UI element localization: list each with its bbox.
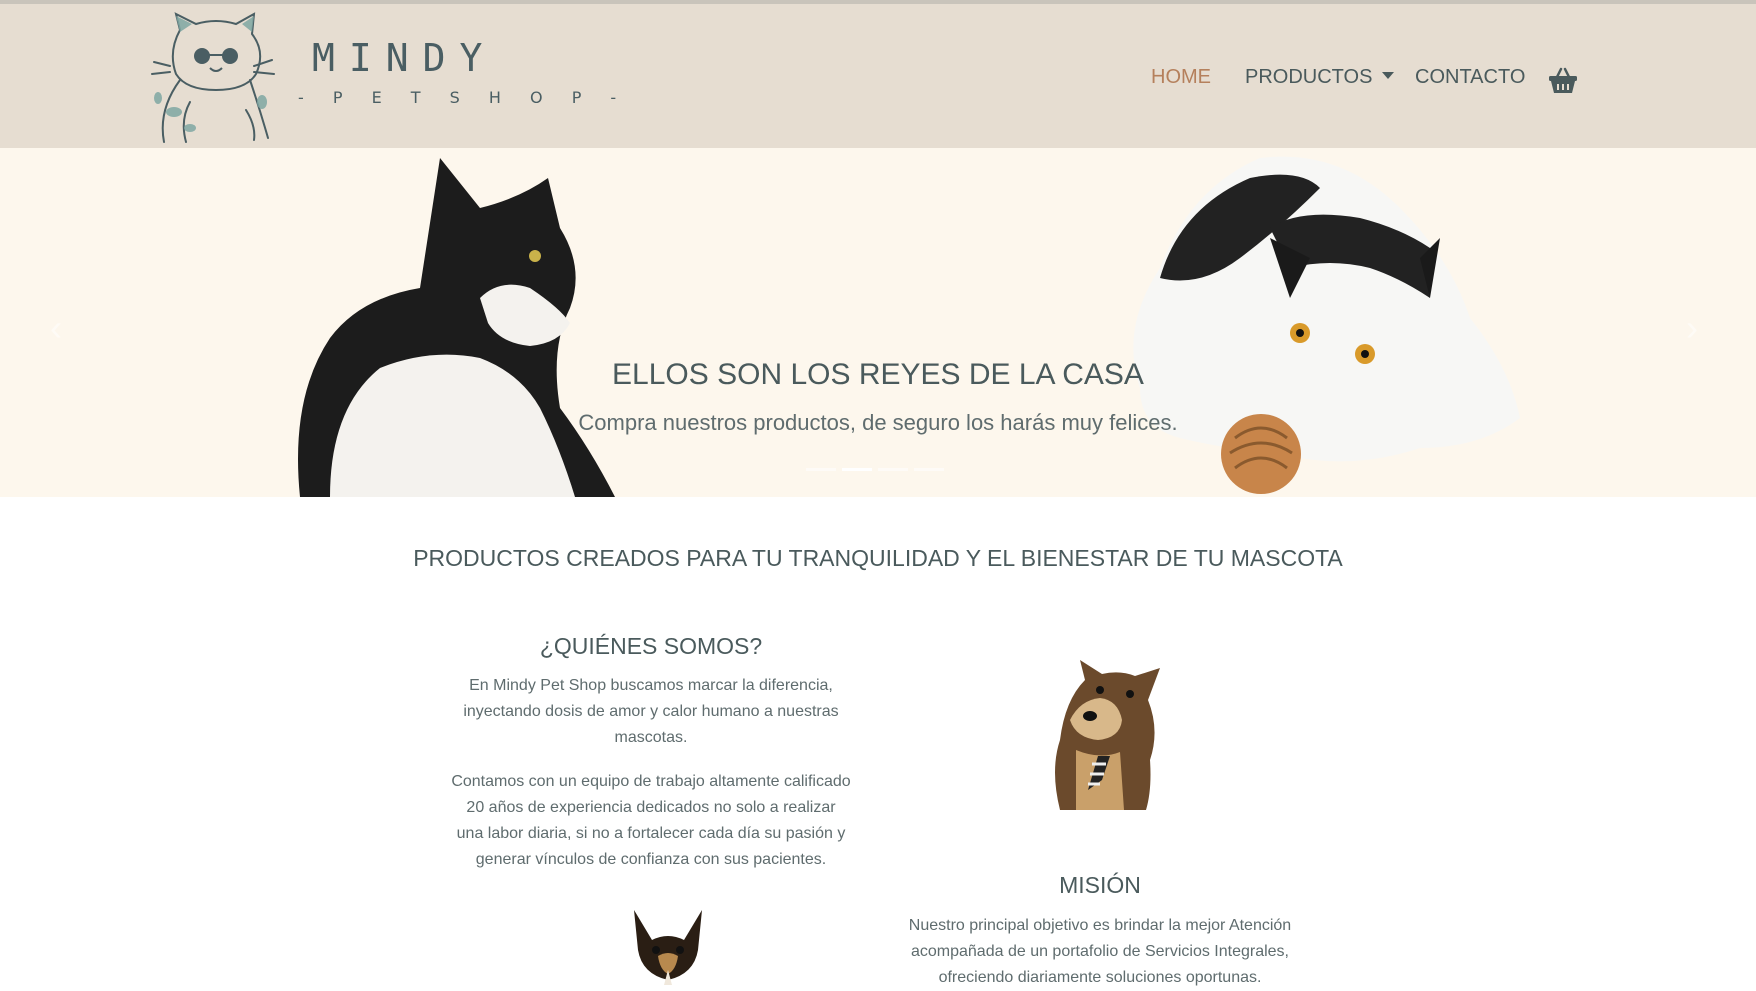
nav-home-link[interactable]: HOME (1151, 66, 1211, 89)
basket-icon (1549, 67, 1577, 93)
section-title: PRODUCTOS CREADOS PARA TU TRANQUILIDAD Y… (413, 545, 1343, 571)
mission-title: MISIÓN (1059, 872, 1141, 898)
carousel-indicator[interactable] (914, 468, 944, 471)
about-paragraph-2: Contamos con un equipo de trabajo altame… (451, 773, 851, 868)
about-title: ¿QUIÉNES SOMOS? (539, 633, 763, 659)
dog-with-tie-image (1055, 660, 1160, 810)
carousel-next-button[interactable]: › (1686, 308, 1706, 348)
hero-carousel: ‹ › ELLOS SON LOS REYES DE LA CASA Compr… (0, 148, 1756, 497)
caret-down-icon (1382, 72, 1395, 79)
brand-subtitle: - P E T S H O P - (298, 88, 629, 107)
navbar: MINDY - P E T S H O P - HOME PRODUCTOS C… (0, 4, 1756, 148)
nav-products-dropdown[interactable]: PRODUCTOS (1245, 66, 1395, 89)
carousel-indicators (806, 468, 946, 472)
brand-name: MINDY (312, 36, 497, 80)
carousel-indicator-active[interactable] (842, 468, 872, 471)
cat-logo-icon (151, 12, 275, 143)
nav-products-label: PRODUCTOS (1245, 66, 1373, 88)
hero-title: ELLOS SON LOS REYES DE LA CASA (612, 358, 1144, 391)
chihuahua-image (634, 910, 702, 985)
carousel-indicator[interactable] (806, 468, 836, 471)
carousel-indicator[interactable] (878, 468, 908, 471)
cart-button[interactable] (1548, 66, 1578, 94)
mission-paragraph: Nuestro principal objetivo es brindar la… (908, 917, 1292, 986)
hero-subtitle: Compra nuestros productos, de seguro los… (578, 410, 1178, 435)
carousel-prev-button[interactable]: ‹ (50, 308, 70, 348)
cats-illustration (298, 156, 1520, 497)
about-paragraph-1: En Mindy Pet Shop buscamos marcar la dif… (463, 677, 839, 746)
brand-logo[interactable]: MINDY - P E T S H O P - (150, 10, 616, 148)
nav-contact-link[interactable]: CONTACTO (1415, 66, 1525, 89)
